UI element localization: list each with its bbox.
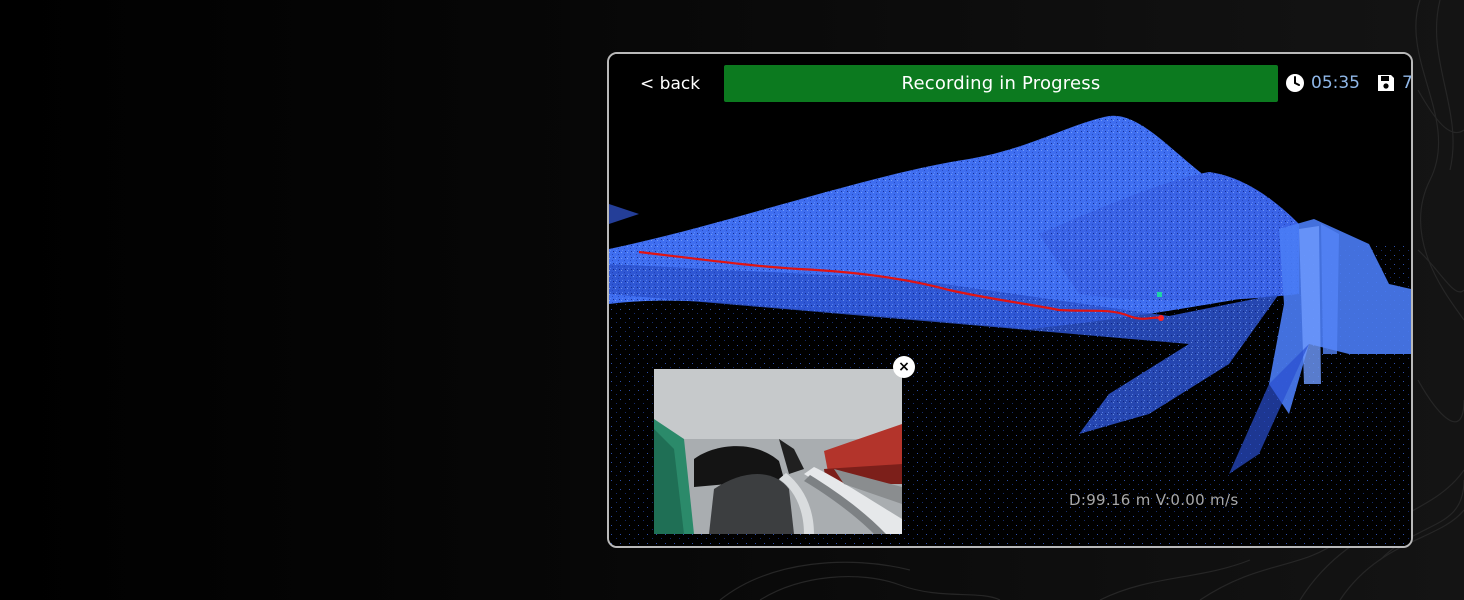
save-icon [1378, 75, 1394, 91]
lidar-scanner-screen: < back Recording in Progress 05:35 7 × D… [607, 52, 1413, 548]
saved-count: 7 [1402, 73, 1413, 93]
page: < back Recording in Progress 05:35 7 × D… [0, 0, 1464, 600]
back-button[interactable]: < back [640, 72, 700, 96]
camera-preview[interactable] [654, 369, 902, 534]
distance-velocity-readout: D:99.16 m V:0.00 m/s [1069, 491, 1239, 509]
top-bar: < back Recording in Progress 05:35 7 [609, 54, 1411, 114]
clock-icon [1286, 74, 1304, 92]
close-preview-button[interactable]: × [893, 356, 915, 378]
elapsed-time: 05:35 [1311, 73, 1360, 93]
recording-status-banner: Recording in Progress [724, 65, 1278, 102]
